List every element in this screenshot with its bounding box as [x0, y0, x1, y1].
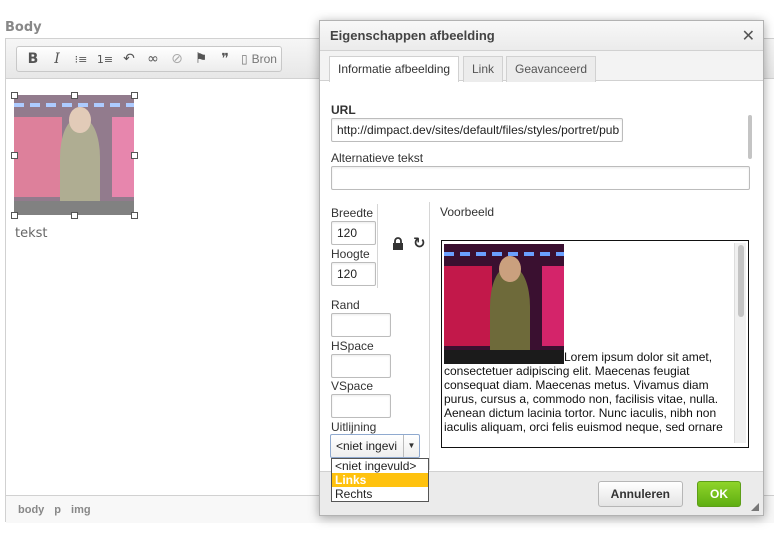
- dialog-titlebar[interactable]: Eigenschappen afbeelding ✕: [320, 21, 763, 51]
- alt-text-label: Alternatieve tekst: [331, 151, 424, 165]
- height-input[interactable]: 120: [331, 262, 376, 286]
- column-divider: [429, 202, 430, 470]
- content-text: tekst: [15, 226, 48, 241]
- chevron-down-icon: ▼: [403, 435, 419, 457]
- border-label: Rand: [331, 298, 360, 312]
- border-input[interactable]: [331, 313, 391, 337]
- preview-pane: Lorem ipsum dolor sit amet, consectetuer…: [441, 240, 749, 448]
- dialog-scrollbar[interactable]: [748, 115, 752, 159]
- link-icon[interactable]: ∞: [141, 48, 165, 70]
- resize-handle[interactable]: [131, 212, 138, 219]
- width-label: Breedte: [331, 206, 374, 220]
- resize-handle[interactable]: [11, 92, 18, 99]
- path-body[interactable]: body: [18, 504, 44, 516]
- resize-handle[interactable]: [11, 152, 18, 159]
- resize-handle[interactable]: [131, 92, 138, 99]
- source-label: Bron: [251, 52, 277, 66]
- bold-button[interactable]: B: [21, 48, 45, 70]
- hspace-label: HSpace: [331, 339, 374, 353]
- alignment-select[interactable]: <niet ingevi ▼: [330, 434, 420, 458]
- resize-handle[interactable]: [11, 212, 18, 219]
- hspace-input[interactable]: [331, 354, 391, 378]
- dialog-body: URL http://dimpact.dev/sites/default/fil…: [320, 82, 763, 470]
- resize-grip-icon[interactable]: [751, 503, 759, 511]
- resize-handle[interactable]: [131, 152, 138, 159]
- screen: Body B I ⁝≡ 1≡ ↶ ∞ ⊘ ⚑ ❞ ▯ Bron tekst bo…: [0, 0, 774, 534]
- preview-label: Voorbeeld: [440, 205, 495, 219]
- toolbar-group: B I ⁝≡ 1≡ ↶ ∞ ⊘ ⚑ ❞ ▯ Bron: [16, 46, 282, 72]
- option-right[interactable]: Rechts: [332, 487, 428, 501]
- preview-scrollbar[interactable]: [734, 243, 746, 443]
- url-input[interactable]: http://dimpact.dev/sites/default/files/s…: [331, 118, 623, 142]
- embedded-image[interactable]: [14, 95, 134, 215]
- tab-link[interactable]: Link: [463, 56, 504, 82]
- ok-button[interactable]: OK: [697, 481, 741, 507]
- source-button[interactable]: ▯ Bron: [237, 52, 277, 66]
- preview-content: Lorem ipsum dolor sit amet, consectetuer…: [444, 244, 726, 434]
- dimension-divider: [377, 204, 378, 288]
- tab-image-info[interactable]: Informatie afbeelding: [329, 56, 460, 82]
- height-label: Hoogte: [331, 247, 370, 261]
- italic-button[interactable]: I: [45, 48, 69, 70]
- undo-icon[interactable]: ↶: [117, 48, 141, 70]
- url-label: URL: [331, 103, 356, 117]
- numbered-list-icon[interactable]: 1≡: [93, 48, 117, 70]
- width-input[interactable]: 120: [331, 221, 376, 245]
- unlink-icon[interactable]: ⊘: [165, 48, 189, 70]
- alignment-select-value: <niet ingevi: [336, 439, 398, 453]
- tab-advanced[interactable]: Geavanceerd: [506, 56, 597, 82]
- cancel-button[interactable]: Annuleren: [597, 481, 683, 507]
- source-icon: ▯: [241, 52, 248, 66]
- resize-handle[interactable]: [71, 92, 78, 99]
- body-field-label: Body: [5, 20, 42, 35]
- flag-icon[interactable]: ⚑: [189, 48, 213, 70]
- option-none[interactable]: <niet ingevuld>: [332, 459, 428, 473]
- resize-handle[interactable]: [71, 212, 78, 219]
- quote-icon[interactable]: ❞: [213, 48, 237, 70]
- bulleted-list-icon[interactable]: ⁝≡: [69, 48, 93, 70]
- alignment-label: Uitlijning: [331, 420, 377, 434]
- dialog-tabs: Informatie afbeelding Link Geavanceerd: [320, 51, 763, 82]
- lock-ratio-icon[interactable]: [391, 237, 405, 251]
- vspace-input[interactable]: [331, 394, 391, 418]
- alignment-dropdown: <niet ingevuld> Links Rechts: [331, 458, 429, 502]
- vspace-label: VSpace: [331, 379, 374, 393]
- close-icon[interactable]: ✕: [742, 26, 755, 45]
- dialog-title: Eigenschappen afbeelding: [330, 28, 495, 43]
- reset-size-icon[interactable]: ↻: [413, 234, 426, 252]
- preview-image: [444, 244, 564, 364]
- path-img[interactable]: img: [71, 504, 91, 516]
- option-left[interactable]: Links: [332, 473, 428, 487]
- alt-text-input[interactable]: [331, 166, 750, 190]
- path-p[interactable]: p: [54, 504, 61, 516]
